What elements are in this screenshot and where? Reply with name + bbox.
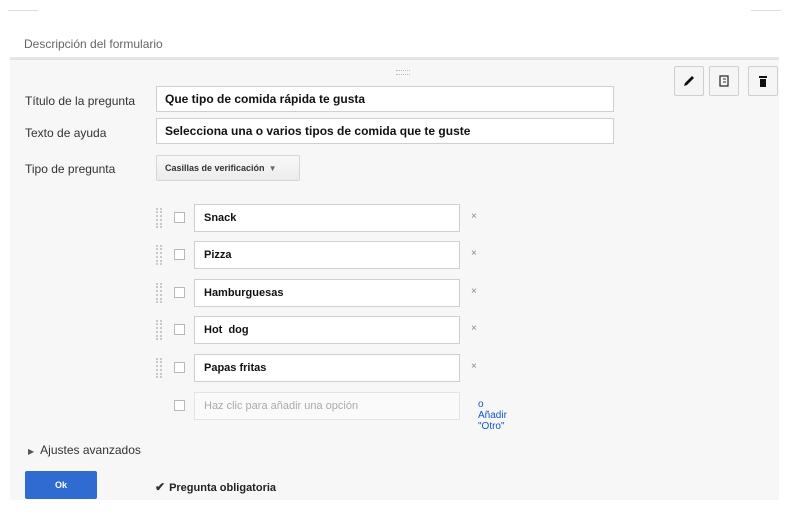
edit-button[interactable] xyxy=(674,66,704,96)
option-checkbox xyxy=(174,324,185,335)
advanced-settings-label: Ajustes avanzados xyxy=(40,443,141,457)
checkmark-icon: ✔ xyxy=(155,480,166,494)
help-text-input[interactable]: Selecciona una o varios tipos de comida … xyxy=(156,118,614,144)
option-input[interactable]: Hot dog xyxy=(194,316,460,344)
chevron-down-icon: ▼ xyxy=(268,164,277,173)
drag-handle-icon[interactable] xyxy=(156,208,162,228)
trash-icon xyxy=(756,74,770,88)
question-type-select[interactable]: Casillas de verificación ▼ xyxy=(156,155,300,181)
required-question-checkbox[interactable]: ✔ Pregunta obligatoria xyxy=(155,480,276,494)
question-type-label: Tipo de pregunta xyxy=(25,162,116,176)
question-title-label: Título de la pregunta xyxy=(25,94,136,108)
remove-option-icon[interactable]: × xyxy=(471,286,477,297)
drag-handle-icon[interactable] xyxy=(156,245,162,265)
pencil-icon xyxy=(682,74,696,88)
delete-button[interactable] xyxy=(748,66,778,96)
ok-button[interactable]: Ok xyxy=(25,471,97,499)
option-checkbox xyxy=(174,400,185,411)
duplicate-button[interactable] xyxy=(709,66,739,96)
expand-triangle-icon: ▶ xyxy=(28,447,35,456)
question-drag-handle[interactable] xyxy=(396,70,410,75)
top-divider-left xyxy=(8,10,38,11)
remove-option-icon[interactable]: × xyxy=(471,248,477,259)
top-divider-right xyxy=(751,10,781,11)
drag-handle-icon[interactable] xyxy=(156,320,162,340)
help-text-label: Texto de ayuda xyxy=(25,126,107,140)
option-checkbox xyxy=(174,249,185,260)
remove-option-icon[interactable]: × xyxy=(471,323,477,334)
option-checkbox xyxy=(174,212,185,223)
option-checkbox xyxy=(174,362,185,373)
duplicate-icon xyxy=(717,74,731,88)
add-option-input[interactable]: Haz clic para añadir una opción xyxy=(194,392,460,420)
option-input[interactable]: Snack xyxy=(194,204,460,232)
remove-option-icon[interactable]: × xyxy=(471,361,477,372)
drag-handle-icon[interactable] xyxy=(156,358,162,378)
remove-option-icon[interactable]: × xyxy=(471,211,477,222)
question-type-value: Casillas de verificación xyxy=(165,163,265,173)
option-checkbox xyxy=(174,287,185,298)
option-input[interactable]: Hamburguesas xyxy=(194,279,460,307)
form-description-label[interactable]: Descripción del formulario xyxy=(24,37,163,51)
add-other-link[interactable]: o Añadir "Otro" xyxy=(478,399,507,432)
drag-handle-icon[interactable] xyxy=(156,283,162,303)
advanced-settings-toggle[interactable]: ▶ Ajustes avanzados xyxy=(28,443,141,457)
question-title-input[interactable]: Que tipo de comida rápida te gusta xyxy=(156,86,614,112)
required-question-label: Pregunta obligatoria xyxy=(169,482,277,494)
option-input[interactable]: Pizza xyxy=(194,241,460,269)
option-input[interactable]: Papas fritas xyxy=(194,354,460,382)
